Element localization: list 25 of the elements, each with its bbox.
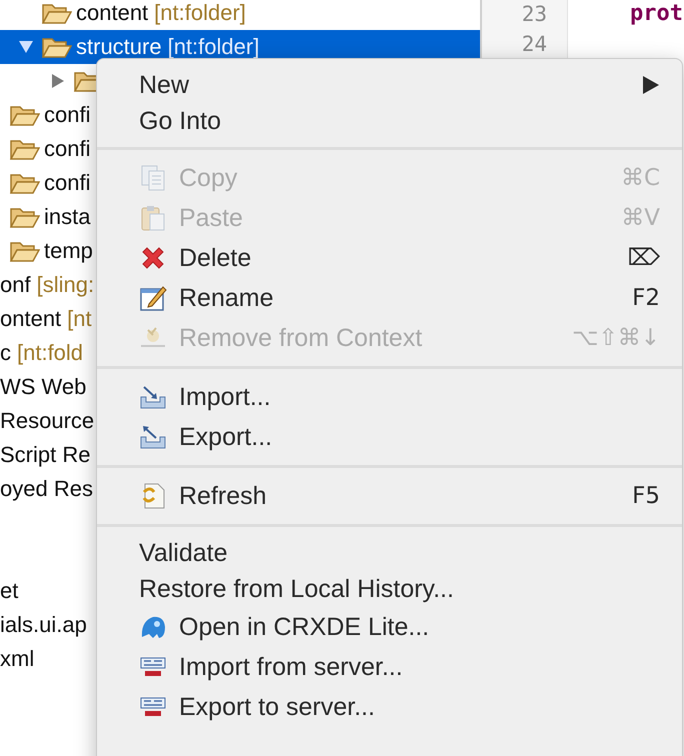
node-name: confi [44, 102, 90, 128]
shortcut-label: F2 [632, 285, 660, 311]
node-name: confi [44, 170, 90, 196]
shortcut-label: ⌘V [621, 205, 660, 231]
node-name: c [0, 340, 11, 366]
code-text: prot [630, 0, 684, 28]
shortcut-label: ⌘C [620, 165, 660, 191]
node-type: [nt [67, 306, 92, 332]
node-name: ontent [0, 306, 62, 332]
node-name: temp [44, 238, 93, 264]
node-name: confi [44, 136, 90, 162]
node-name: content [76, 0, 148, 26]
shortcut-label: F5 [632, 483, 660, 509]
node-name: Resource [0, 408, 94, 434]
node-name: structure [76, 34, 162, 60]
node-type: [nt:fold [17, 340, 84, 366]
line-number: 24 [522, 31, 547, 58]
node-type: [sling: [36, 272, 94, 298]
shortcut-label: ⌦ [627, 245, 660, 271]
node-name: insta [44, 204, 90, 230]
node-name: onf [0, 272, 31, 298]
line-number: 23 [522, 1, 547, 28]
node-type: [nt:folder] [154, 0, 246, 26]
node-type: [nt:folder] [168, 34, 260, 60]
shortcut-label: ⌥⇧⌘↓ [572, 325, 660, 351]
